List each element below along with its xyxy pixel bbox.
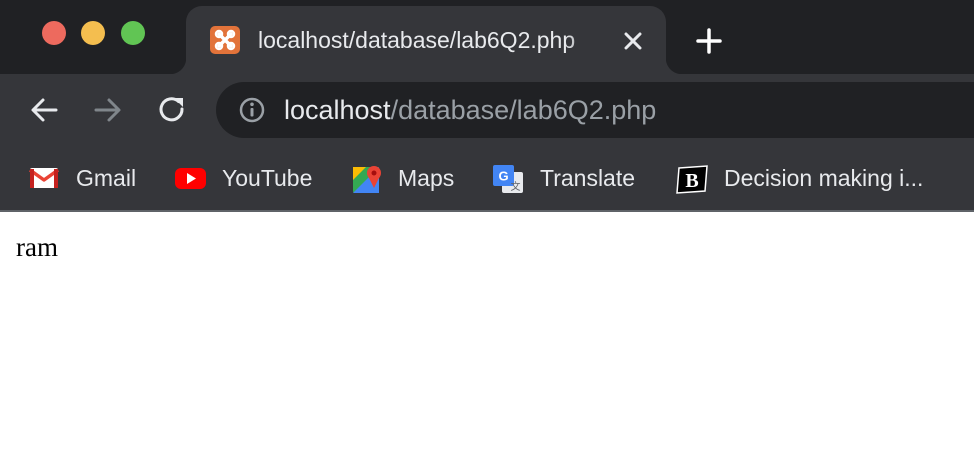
close-tab-icon[interactable] xyxy=(620,28,646,54)
bookmarks-bar: Gmail YouTube Maps G 文 Translate B Decis… xyxy=(0,148,974,210)
gmail-icon xyxy=(28,164,60,192)
new-tab-icon[interactable] xyxy=(694,26,724,56)
reload-icon[interactable] xyxy=(154,92,190,128)
address-bar[interactable]: localhost/database/lab6Q2.php xyxy=(216,82,974,138)
bookmark-label: Translate xyxy=(540,165,636,191)
window-close-button[interactable] xyxy=(42,21,66,45)
tab-title: localhost/database/lab6Q2.php xyxy=(258,27,576,53)
maps-icon xyxy=(352,164,384,193)
bookmark-label: YouTube xyxy=(222,165,313,191)
bookmark-gmail[interactable]: Gmail xyxy=(28,160,144,196)
forward-arrow-icon[interactable] xyxy=(90,92,126,128)
toolbar: localhost/database/lab6Q2.php xyxy=(0,74,974,148)
tab-strip: localhost/database/lab6Q2.php xyxy=(0,0,974,74)
bookmark-youtube[interactable]: YouTube xyxy=(174,160,320,196)
youtube-icon xyxy=(174,164,206,192)
url-text[interactable]: localhost/database/lab6Q2.php xyxy=(284,93,656,127)
svg-text:G: G xyxy=(498,169,508,184)
bookmark-decision-making[interactable]: B Decision making i... xyxy=(676,160,974,196)
info-icon[interactable] xyxy=(238,96,266,124)
window-zoom-button[interactable] xyxy=(121,21,145,45)
svg-text:B: B xyxy=(685,170,698,192)
bookmark-translate[interactable]: G 文 Translate xyxy=(492,160,648,196)
bookmark-label: Gmail xyxy=(76,165,137,191)
svg-text:文: 文 xyxy=(511,180,521,193)
page-body-text: ram xyxy=(16,232,58,262)
back-arrow-icon[interactable] xyxy=(26,92,62,128)
xampp-icon xyxy=(210,26,240,54)
b-logo-icon: B xyxy=(676,164,708,194)
url-host: localhost xyxy=(284,95,391,125)
bookmark-label: Decision making i... xyxy=(724,165,924,191)
active-tab[interactable]: localhost/database/lab6Q2.php xyxy=(170,6,682,74)
url-path: /database/lab6Q2.php xyxy=(390,95,657,125)
bookmark-label: Maps xyxy=(398,165,455,191)
translate-icon: G 文 xyxy=(492,164,524,193)
page-content: ram xyxy=(0,212,974,460)
bookmark-maps[interactable]: Maps xyxy=(352,160,462,196)
window-minimize-button[interactable] xyxy=(81,21,105,45)
